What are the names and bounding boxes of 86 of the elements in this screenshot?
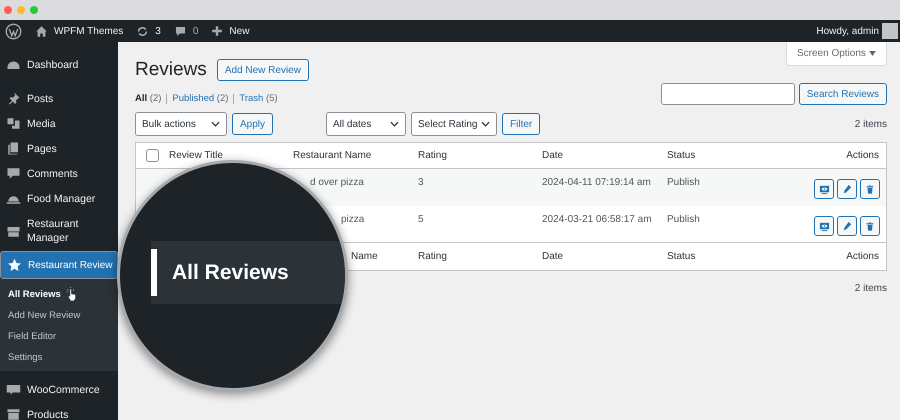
pages-icon <box>6 141 21 156</box>
chevron-down-icon <box>390 121 400 127</box>
star-icon <box>7 258 22 272</box>
plus-icon[interactable] <box>211 25 224 37</box>
menu-item[interactable]: Restaurant Manager <box>0 211 118 251</box>
apply-button[interactable]: Apply <box>232 113 274 135</box>
table-cell-text: Publish <box>667 177 701 188</box>
menu-item[interactable]: Products <box>0 402 118 420</box>
menu-item[interactable]: Restaurant Review <box>0 251 118 279</box>
pencil-icon <box>842 221 852 231</box>
column-footer: Rating <box>418 251 542 262</box>
submenu-item[interactable]: Settings <box>8 352 42 363</box>
hand-cursor-icon <box>64 287 78 302</box>
site-name-link[interactable]: WPFM Themes <box>54 26 124 36</box>
greeting-link[interactable]: Howdy, admin <box>816 26 879 36</box>
menu-item[interactable]: Dashboard <box>0 52 118 77</box>
media-icon <box>6 116 21 131</box>
edit-button[interactable] <box>837 179 857 199</box>
column-footer: Actions <box>767 251 886 262</box>
column-header: Date <box>542 150 564 161</box>
view-filter-link[interactable]: Trash (5) <box>239 93 278 104</box>
comment-icon[interactable] <box>174 24 187 38</box>
updates-icon[interactable] <box>136 24 150 38</box>
chevron-down-icon <box>211 121 220 127</box>
items-count: 2 items <box>854 283 887 294</box>
column-footer: Status <box>667 251 767 262</box>
pushpin-icon <box>6 91 21 106</box>
column-header: Actions <box>845 150 880 161</box>
monitor-eye-icon <box>818 184 830 194</box>
maximize-dot[interactable] <box>30 6 38 14</box>
column-footer: Name <box>293 251 418 262</box>
table-cell-text: 3 <box>418 177 425 188</box>
items-count: 2 items <box>854 118 887 130</box>
monitor-eye-icon <box>818 220 830 232</box>
page-title: Reviews <box>135 59 207 81</box>
filter-button[interactable]: Filter <box>502 113 540 135</box>
home-icon[interactable] <box>35 24 48 38</box>
submenu-item[interactable]: Field Editor <box>8 331 56 342</box>
comment-icon <box>6 166 21 181</box>
search-reviews-button[interactable]: Search Reviews <box>798 83 887 105</box>
column-header: Status <box>667 150 696 161</box>
menu-item[interactable]: Media <box>0 111 118 136</box>
submenu-item[interactable]: Add New Review <box>8 310 80 321</box>
table-cell-text: 2024-03-21 06:58:17 am <box>542 214 653 225</box>
view-filter-link[interactable]: All (2) <box>135 93 162 104</box>
menu-item[interactable]: Comments <box>0 161 118 186</box>
new-link[interactable]: New <box>229 26 250 36</box>
add-new-review-button[interactable]: Add New Review <box>216 59 309 81</box>
table-cell: d over pizza <box>310 177 364 188</box>
delete-button[interactable] <box>860 216 880 236</box>
submenu-item[interactable]: All Reviews <box>8 289 61 300</box>
table-cell: pizza <box>341 214 364 225</box>
screen-options-button[interactable]: Screen Options <box>786 42 887 66</box>
view-button[interactable] <box>814 216 834 236</box>
comments-count[interactable]: 0 <box>192 26 198 36</box>
select-all-checkbox[interactable] <box>146 149 159 162</box>
view-filter-link[interactable]: Published (2) <box>172 93 228 104</box>
trash-icon <box>865 184 875 194</box>
table-cell-text: Publish <box>667 214 701 225</box>
table-cell-text: 5 <box>418 214 425 225</box>
menu-item[interactable]: WooCommerce <box>0 377 118 402</box>
pencil-icon <box>842 184 852 194</box>
edit-button[interactable] <box>837 216 857 236</box>
close-dot[interactable] <box>4 6 12 14</box>
column-footer: Date <box>542 251 667 262</box>
column-header: Review Title <box>169 150 224 161</box>
view-button[interactable] <box>814 179 834 199</box>
column-header: Restaurant Name <box>293 150 372 161</box>
bulk-actions-dropdown[interactable]: Bulk actions <box>135 112 227 136</box>
caret-icon <box>869 51 876 56</box>
delete-button[interactable] <box>860 179 880 199</box>
wordpress-logo-icon[interactable] <box>5 22 22 40</box>
trash-icon <box>865 220 875 232</box>
speech-bubble-icon <box>6 382 21 397</box>
table-cell-text: 2024-04-11 07:19:14 am <box>542 177 652 188</box>
column-header: Rating <box>418 150 448 161</box>
chevron-down-icon <box>481 121 490 127</box>
menu-item[interactable]: Pages <box>0 136 118 161</box>
menu-item[interactable]: Food Manager <box>0 186 118 211</box>
search-field[interactable] <box>660 83 795 105</box>
updates-count[interactable]: 3 <box>155 26 161 36</box>
menu-item[interactable]: Posts <box>0 86 118 111</box>
minimize-dot[interactable] <box>17 6 25 14</box>
box-icon <box>6 407 21 420</box>
rating-dropdown[interactable]: Select Rating <box>411 112 498 136</box>
dates-dropdown[interactable]: All dates <box>326 112 406 136</box>
